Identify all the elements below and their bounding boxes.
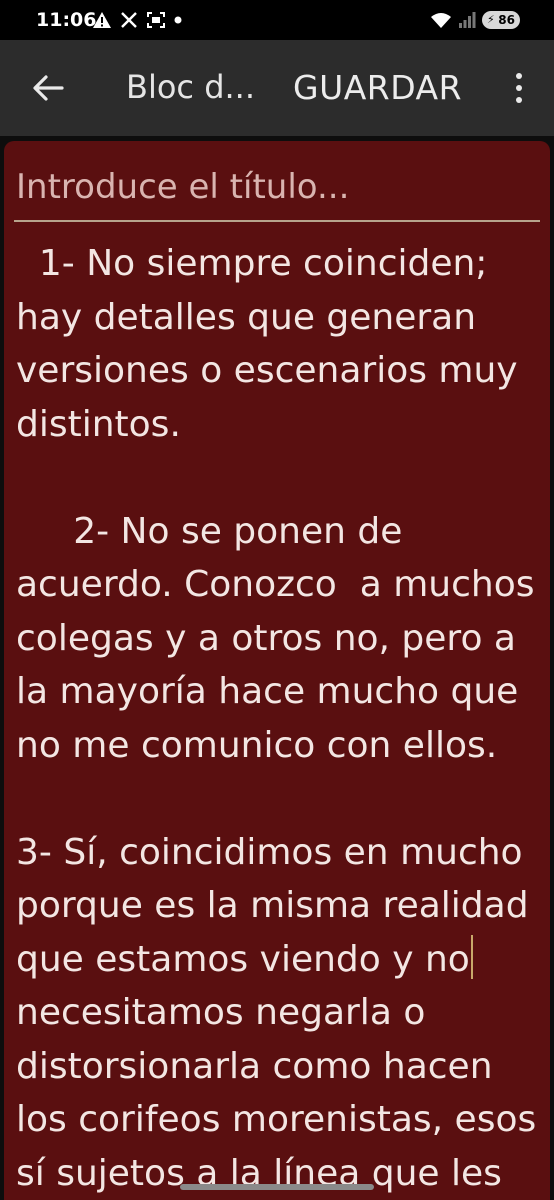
arrow-left-icon — [33, 75, 64, 101]
more-vert-icon-dot — [516, 97, 522, 103]
status-time: 11:06 — [36, 9, 97, 31]
paragraph-2: 2- No se ponen de acuerdo. Conozco a muc… — [16, 510, 546, 766]
battery-indicator: ⚡ 86 — [482, 11, 520, 29]
status-right-icons: ⚡ 86 — [430, 9, 520, 31]
wifi-icon — [431, 13, 451, 28]
save-button[interactable]: GUARDAR — [293, 68, 462, 107]
paragraph-1: 1- No siempre coinciden; hay detalles qu… — [16, 243, 530, 445]
dot-icon — [174, 16, 182, 24]
note-body-textarea[interactable]: 1- No siempre coinciden; hay detalles qu… — [16, 237, 546, 1200]
more-vert-icon-dot — [516, 85, 522, 91]
screenshot-icon — [147, 12, 165, 28]
signal-icon — [459, 12, 476, 28]
note-title-input[interactable]: Introduce el título... — [16, 167, 540, 207]
app-toolbar: Bloc d... GUARDAR — [0, 40, 554, 136]
title-underline — [14, 220, 540, 222]
gesture-nav-handle[interactable] — [180, 1184, 374, 1190]
status-left-icons — [92, 9, 182, 31]
screen: 11:06 ⚡ 86 Bloc d... GUARDAR Introduce e… — [0, 0, 554, 1200]
toolbar-title: Bloc d... — [126, 68, 256, 106]
back-button[interactable] — [26, 66, 70, 110]
battery-level: 86 — [498, 13, 515, 27]
battery-bolt-icon: ⚡ — [487, 13, 495, 26]
paragraph-3-start: 3- Sí, coincidimos en mucho porque es la… — [16, 831, 540, 980]
note-editor: Introduce el título... 1- No siempre coi… — [4, 141, 550, 1200]
x-icon — [121, 12, 137, 28]
more-options-button[interactable] — [504, 66, 534, 110]
status-bar: 11:06 ⚡ 86 — [0, 0, 554, 40]
warning-icon — [93, 12, 111, 28]
more-vert-icon-dot — [516, 73, 522, 79]
